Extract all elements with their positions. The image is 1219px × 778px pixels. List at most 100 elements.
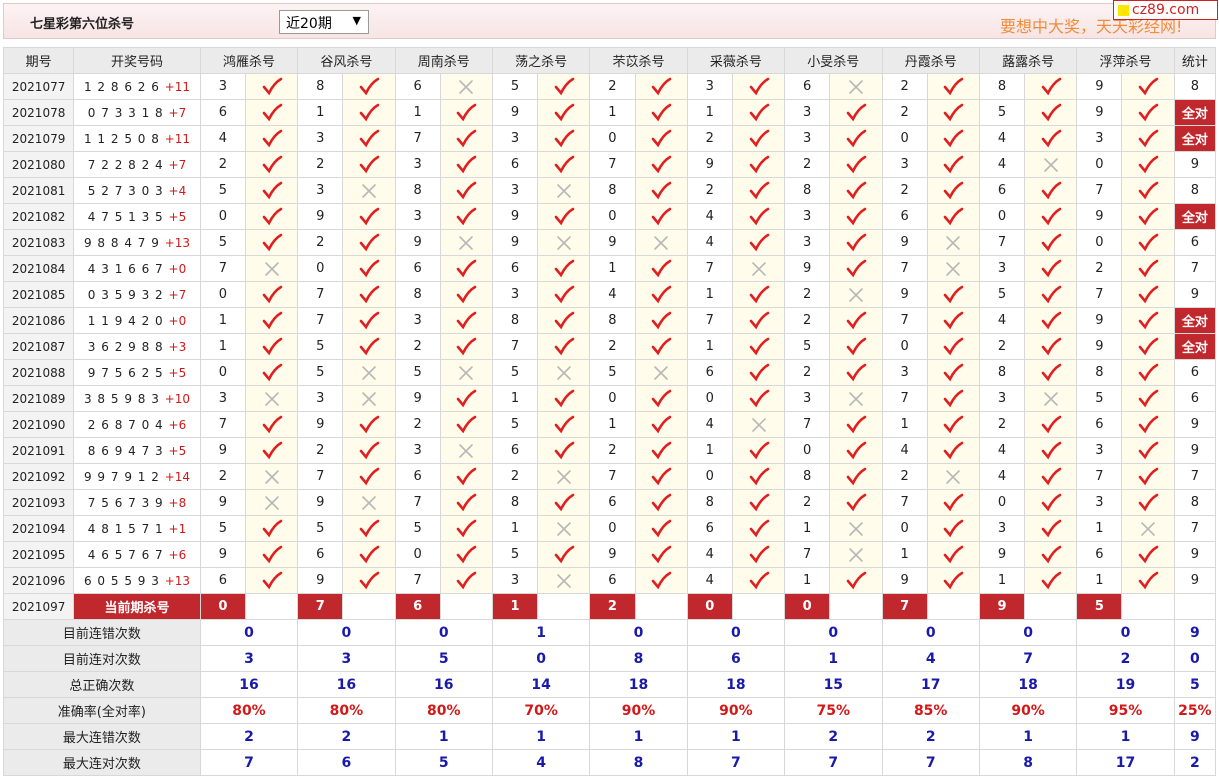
draw-sum: +13 — [164, 573, 191, 588]
summary-stat: 5 — [1173, 671, 1217, 698]
result-mark-cell — [926, 489, 980, 516]
check-icon — [457, 259, 477, 277]
kill-number-cell: 0 — [589, 515, 636, 542]
check-icon — [359, 155, 380, 173]
current-kill-blank — [342, 593, 396, 620]
period-cell: 2021088 — [2, 359, 75, 386]
kill-number-cell: 8 — [491, 307, 539, 334]
summary-value: 75% — [784, 697, 883, 724]
table-row: 2021090 2 6 8 7 0 4 +6 7 9 2 5 1 4 7 1 2 6 9 — [2, 411, 1217, 438]
result-mark-cell — [1121, 333, 1175, 360]
stat-cell: 9 — [1173, 411, 1217, 438]
check-icon — [554, 259, 575, 277]
result-mark-cell — [829, 307, 883, 334]
current-kill-number: 9 — [978, 593, 1026, 620]
result-mark-cell — [1121, 489, 1175, 516]
result-mark-cell — [634, 99, 688, 126]
check-icon — [359, 103, 380, 121]
kill-number-cell: 2 — [589, 437, 636, 464]
check-icon — [359, 311, 380, 329]
check-icon — [457, 129, 477, 147]
result-mark-cell — [731, 255, 786, 282]
result-mark-cell — [537, 385, 591, 412]
check-icon — [554, 155, 575, 173]
result-mark-cell — [439, 333, 493, 360]
table-row: 2021095 4 6 5 7 6 7 +6 9 6 0 5 9 4 7 1 9 6 9 — [2, 541, 1217, 568]
kill-number-cell: 7 — [686, 255, 733, 282]
period-cell: 2021079 — [2, 125, 75, 152]
check-icon — [1041, 233, 1061, 251]
draw-cell: 2 6 8 7 0 4 +6 — [73, 411, 201, 438]
summary-value: 85% — [881, 697, 980, 724]
result-mark-cell — [1121, 125, 1175, 152]
summary-row: 准确率(全对率) 80% 80% 80% 70% 90% 90% 75% 85% 90% 95% 25… — [3, 697, 1217, 724]
check-icon — [846, 311, 867, 329]
result-mark-cell — [1024, 489, 1078, 516]
cross-icon — [849, 547, 863, 562]
kill-number-cell: 6 — [297, 541, 344, 568]
kill-number-cell: 1 — [394, 99, 441, 126]
result-mark-cell — [244, 255, 299, 282]
result-mark-cell — [1024, 541, 1078, 568]
kill-number-cell: 7 — [1076, 463, 1123, 490]
check-icon — [943, 285, 964, 303]
result-mark-cell — [439, 385, 493, 412]
result-mark-cell — [1121, 177, 1175, 204]
kill-number-cell: 1 — [978, 567, 1026, 594]
kill-number-cell: 4 — [686, 203, 733, 230]
result-mark-cell — [1024, 281, 1078, 308]
summary-value: 17 — [1076, 749, 1175, 776]
check-icon — [554, 545, 575, 563]
table-row: 2021082 4 7 5 1 3 5 +5 0 9 3 9 0 4 3 6 0 9 全对 — [2, 203, 1217, 230]
column-header-expert: 蕗露杀号 — [978, 47, 1078, 74]
stat-cell: 9 — [1173, 151, 1217, 178]
result-mark-cell — [731, 99, 786, 126]
site-logo[interactable]: cz89.com — [1113, 0, 1218, 20]
result-mark-cell — [829, 515, 883, 542]
check-icon — [846, 103, 867, 121]
period-select[interactable]: 近20期 ▼ — [279, 10, 369, 34]
check-icon — [651, 545, 672, 563]
kill-number-cell: 5 — [978, 281, 1026, 308]
kill-number-cell: 0 — [978, 203, 1026, 230]
result-mark-cell — [731, 437, 786, 464]
result-mark-cell — [244, 177, 299, 204]
check-icon — [846, 181, 867, 199]
result-mark-cell — [439, 255, 493, 282]
kill-number-cell: 6 — [199, 99, 246, 126]
result-mark-cell — [829, 333, 883, 360]
summary-value: 8 — [978, 749, 1078, 776]
check-icon — [359, 545, 380, 563]
check-icon — [749, 155, 769, 173]
draw-numbers: 6 0 5 5 9 3 — [83, 573, 160, 588]
check-icon — [749, 467, 769, 485]
current-stat-blank — [1173, 593, 1217, 620]
result-mark-cell — [731, 385, 786, 412]
result-mark-cell — [342, 203, 396, 230]
cross-icon — [946, 261, 961, 276]
column-header-expert: 采薇杀号 — [686, 47, 786, 74]
result-mark-cell — [244, 99, 299, 126]
kill-number-cell: 0 — [1076, 229, 1123, 256]
result-mark-cell — [439, 203, 493, 230]
summary-value: 14 — [491, 671, 591, 698]
summary-value: 3 — [199, 645, 299, 672]
summary-value: 8 — [589, 645, 688, 672]
kill-number-cell: 9 — [491, 229, 539, 256]
period-cell: 2021078 — [2, 99, 75, 126]
draw-sum: +0 — [168, 313, 187, 328]
cross-icon — [556, 183, 571, 198]
result-mark-cell — [342, 359, 396, 386]
period-cell: 2021089 — [2, 385, 75, 412]
draw-numbers: 8 6 9 4 7 3 — [87, 443, 164, 458]
summary-value: 6 — [686, 645, 786, 672]
result-mark-cell — [244, 125, 299, 152]
kill-number-cell: 7 — [297, 281, 344, 308]
kill-number-cell: 2 — [394, 333, 441, 360]
kill-number-cell: 5 — [297, 333, 344, 360]
kill-number-cell: 5 — [491, 73, 539, 100]
kill-number-cell: 2 — [978, 411, 1026, 438]
result-mark-cell — [634, 385, 688, 412]
result-mark-cell — [829, 437, 883, 464]
kill-number-cell: 9 — [881, 567, 928, 594]
